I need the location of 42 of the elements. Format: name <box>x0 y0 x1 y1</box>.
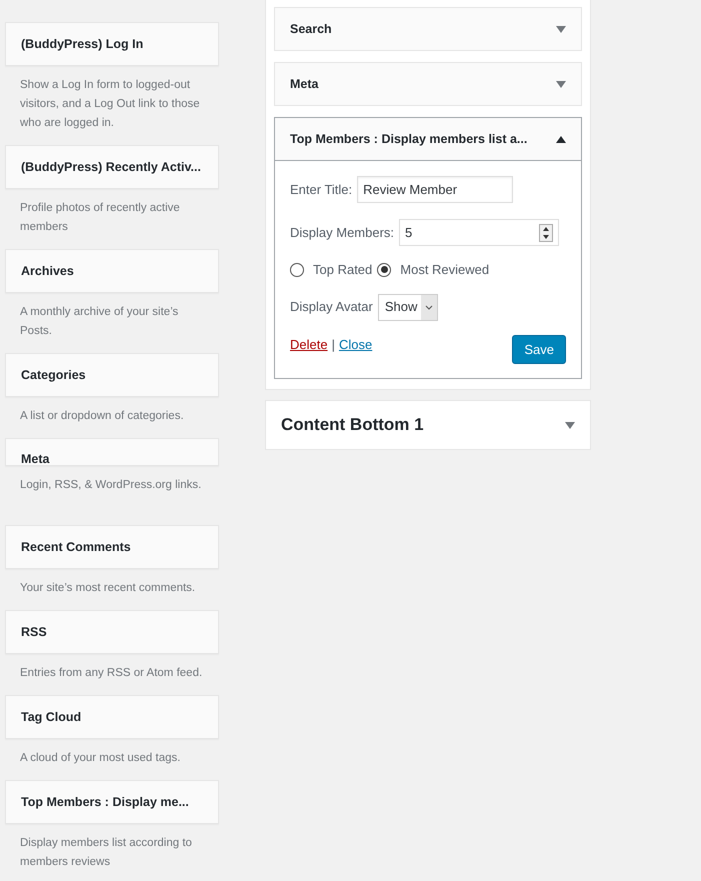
widget-description: Show a Log In form to logged-out visitors, and a Log Out link to those who are logged in. <box>19 78 201 131</box>
widget-description: Profile photos of recently active members <box>19 201 181 235</box>
number-input[interactable]: 5 <box>399 219 560 246</box>
widget-title-bar[interactable]: Categories <box>5 353 219 397</box>
avatar-select[interactable]: Show <box>378 294 438 320</box>
radio-button[interactable] <box>290 262 304 277</box>
caret-down-icon[interactable] <box>565 422 575 428</box>
widget-description: A list or dropdown of categories. <box>19 409 185 424</box>
field-label: Display Members: <box>290 224 394 242</box>
widget-description: Entries from any RSS or Atom feed. <box>19 666 204 681</box>
widget-header[interactable]: Top Members : Display members list a... <box>275 118 581 160</box>
widget-title-bar[interactable]: (BuddyPress) Log In <box>5 22 219 66</box>
field-label: Enter Title: <box>290 180 352 199</box>
widget-description: A monthly archive of your site’s Posts. <box>19 305 180 339</box>
field-label: Display Avatar <box>290 298 373 316</box>
widget-description: Display members list according to members reviews <box>19 836 193 870</box>
link-separator: | <box>332 336 335 354</box>
widget-description: A cloud of your most used tags. <box>19 751 182 766</box>
widget-description: Login, RSS, & WordPress.org links. <box>19 478 202 493</box>
radio-button[interactable] <box>377 262 392 277</box>
delete-link[interactable]: Delete <box>290 334 328 354</box>
widget-title-bar[interactable]: Meta <box>5 438 219 466</box>
widget-header[interactable]: Meta <box>275 63 581 105</box>
widget-description: Your site’s most recent comments. <box>19 581 196 596</box>
save-button[interactable]: Save <box>512 335 566 364</box>
widget-title-bar[interactable]: Archives <box>5 249 219 293</box>
caret-down-icon[interactable] <box>556 80 566 88</box>
close-link[interactable]: Close <box>338 334 372 354</box>
widget-header[interactable]: Search <box>275 8 581 50</box>
caret-down-icon[interactable] <box>556 26 566 32</box>
title-input[interactable]: Review Member <box>357 176 514 203</box>
chevron-down-icon <box>421 294 438 320</box>
radio-label: Most Reviewed <box>400 261 490 279</box>
widget-title-bar[interactable]: RSS <box>5 610 219 654</box>
caret-up-icon[interactable] <box>556 136 566 142</box>
sidebar-header[interactable]: Content Bottom 1 <box>265 400 591 450</box>
widget-title-bar[interactable]: Tag Cloud <box>5 695 219 739</box>
widget-title-bar[interactable]: Recent Comments <box>5 525 219 569</box>
radio-label: Top Rated <box>313 261 372 279</box>
spinner-icon[interactable] <box>539 224 554 242</box>
widget-title-bar[interactable]: Top Members : Display me... <box>5 780 219 824</box>
widget-title-bar[interactable]: (BuddyPress) Recently Activ... <box>5 145 219 189</box>
